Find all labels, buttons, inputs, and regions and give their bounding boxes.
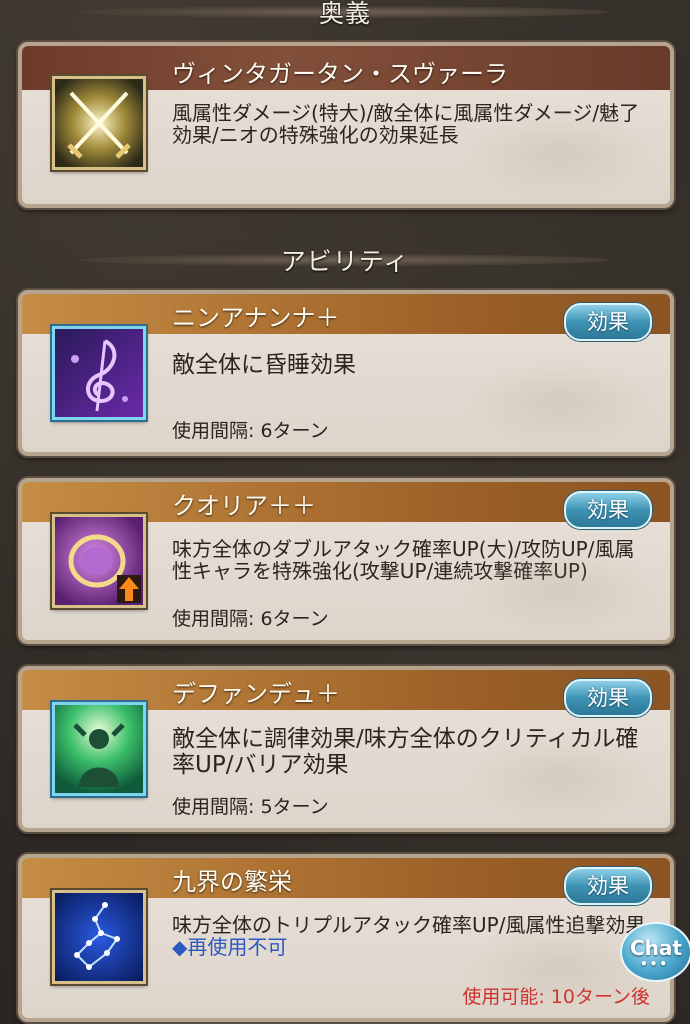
ability-card-4[interactable]: 九界の繁栄 効果 味方全体のトリプルアタック確率UP/風属性追撃効果 ◆再使用不…	[18, 854, 674, 1022]
ability-card-3[interactable]: デファンデュ＋ 効果 敵全体に調律効果/味方全体のクリティカル確率UP/バリア効…	[18, 666, 674, 832]
ability-description: 敵全体に調律効果/味方全体のクリティカル確率UP/バリア効果	[172, 726, 639, 778]
ability-name: ニンアナンナ＋	[172, 304, 340, 332]
ability-card-1[interactable]: ニンアナンナ＋ 効果 敵全体に昏睡効果 使用間隔: 6ターン	[18, 290, 674, 456]
ability-cooldown: 使用間隔: 6ターン	[172, 420, 329, 442]
crossed-swords-icon	[52, 76, 146, 170]
bracelet-up-icon	[52, 514, 146, 608]
ability-description-text: 味方全体のトリプルアタック確率UP/風属性追撃効果	[172, 913, 646, 937]
ougi-name: ヴィンタガータン・スヴァーラ	[172, 60, 508, 88]
ougi-section-header: 奥義	[0, 0, 690, 32]
ability-cooldown: 使用間隔: 5ターン	[172, 796, 329, 818]
constellation-icon	[52, 890, 146, 984]
ability-section-header: アビリティ	[0, 240, 690, 280]
ougi-card[interactable]: ヴィンタガータン・スヴァーラ 風属性ダメージ(特大)/敵全体に風属性ダメージ/魅…	[18, 42, 674, 208]
ougi-section-title: 奥義	[318, 0, 371, 28]
ability-cooldown: 使用間隔: 6ターン	[172, 608, 329, 630]
shield-figure-icon	[52, 702, 146, 796]
effect-button[interactable]: 効果	[564, 679, 652, 717]
ability-section-title: アビリティ	[280, 247, 410, 276]
effect-button[interactable]: 効果	[564, 491, 652, 529]
no-reuse-note: ◆再使用不可	[172, 935, 288, 959]
treble-clef-icon	[52, 326, 146, 420]
ability-availability: 使用可能: 10ターン後	[462, 986, 650, 1008]
ability-name: クオリア＋＋	[172, 492, 316, 520]
ability-description: 味方全体のダブルアタック確率UP(大)/攻防UP/風属性キャラを特殊強化(攻撃U…	[172, 537, 635, 583]
ougi-description: 風属性ダメージ(特大)/敵全体に風属性ダメージ/魅了効果/ニオの特殊強化の効果延…	[172, 101, 640, 147]
ability-card-2[interactable]: クオリア＋＋ 効果 味方全体のダブルアタック確率UP(大)/攻防UP/風属性キャ…	[18, 478, 674, 644]
chat-button[interactable]: Chat •••	[620, 922, 690, 982]
chat-dots-icon: •••	[640, 957, 670, 971]
effect-button[interactable]: 効果	[564, 867, 652, 905]
ability-name: 九界の繁栄	[172, 868, 292, 896]
ability-description: 味方全体のトリプルアタック確率UP/風属性追撃効果 ◆再使用不可	[172, 914, 650, 958]
ability-description: 敵全体に昏睡効果	[172, 352, 356, 378]
ability-name: デファンデュ＋	[172, 680, 340, 708]
effect-button[interactable]: 効果	[564, 303, 652, 341]
